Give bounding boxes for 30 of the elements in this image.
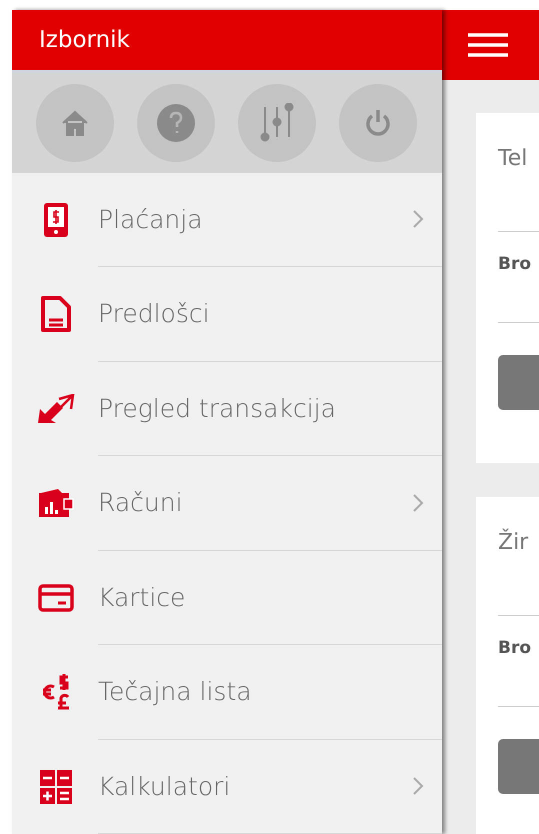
menu-item[interactable]: Kalkulatori	[12, 740, 442, 834]
menu-item[interactable]: Kartice	[12, 550, 442, 645]
menu-label: Predlošci	[98, 299, 210, 328]
menu-label: Tečajna lista	[98, 677, 252, 706]
wallet-chart-icon	[38, 489, 74, 518]
currency-icon	[41, 673, 71, 712]
drawer-title: Izbornik	[39, 27, 130, 54]
menu-label: Plaćanja	[98, 204, 203, 234]
menu-item[interactable]: Predlošci	[12, 267, 442, 362]
phone-dollar-icon	[43, 202, 69, 238]
menu-label: Pregled transakcija	[98, 394, 336, 423]
card-title: Tel	[498, 146, 528, 171]
menu-label: Kartice	[98, 582, 186, 612]
menu-label: Kalkulatori	[98, 772, 230, 801]
chevron-right-icon	[412, 209, 424, 230]
document-icon	[40, 295, 72, 334]
field-label: Bro	[498, 638, 532, 658]
chevron-right-icon	[412, 776, 424, 796]
credit-card-icon	[38, 584, 74, 612]
card-title: Žir	[498, 530, 530, 555]
help-icon	[156, 102, 196, 143]
double-arrow-icon	[37, 394, 75, 424]
menu-item[interactable]: Računi	[12, 456, 442, 550]
menu-button[interactable]	[468, 33, 508, 57]
menu-label: Računi	[98, 488, 183, 518]
calculator-icon	[39, 768, 73, 805]
menu-item[interactable]: Plaćanja	[12, 172, 442, 267]
menu-icon	[468, 33, 508, 57]
field-label: Bro	[498, 254, 532, 274]
chevron-right-icon	[412, 492, 424, 513]
